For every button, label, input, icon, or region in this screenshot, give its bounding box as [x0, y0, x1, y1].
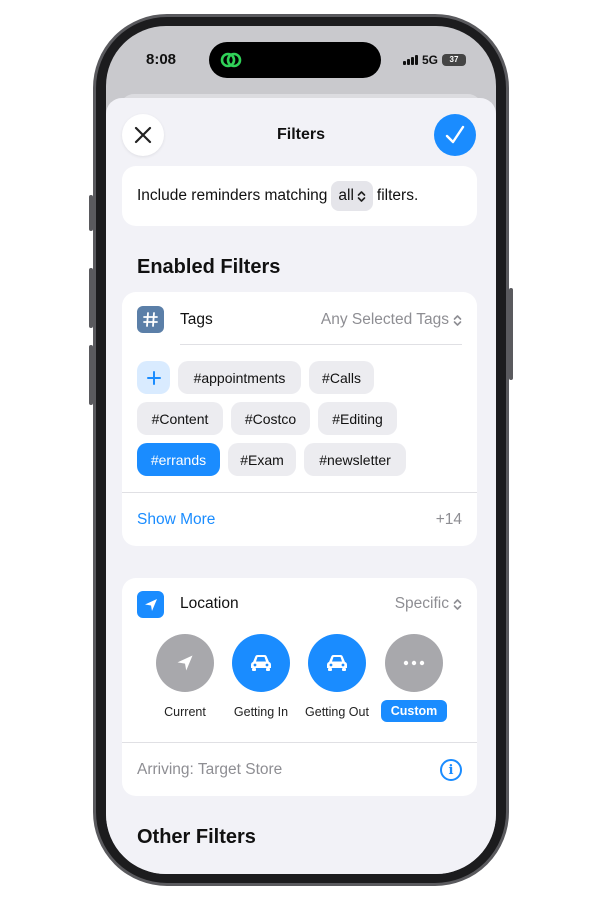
match-mode-value: all — [338, 187, 354, 204]
checkmark-icon — [445, 125, 465, 144]
tag-chip[interactable]: #Calls — [309, 361, 374, 394]
filters-sheet: Filters Include reminders matching all f… — [106, 98, 496, 874]
status-time: 8:08 — [146, 51, 177, 68]
match-prefix: Include reminders matching — [137, 187, 328, 204]
tag-chip[interactable]: #appointments — [178, 361, 301, 394]
tags-divider — [180, 344, 462, 345]
add-tag-button[interactable] — [137, 361, 170, 394]
tag-chip[interactable]: #Costco — [231, 402, 310, 435]
hashtag-icon — [137, 306, 164, 333]
tags-mode-value: Any Selected Tags — [320, 311, 449, 328]
car-icon — [327, 655, 347, 671]
match-mode-card: Include reminders matching all filters. — [122, 166, 477, 226]
volume-up-button — [89, 268, 93, 328]
arriving-location-text: Arriving: Target Store — [137, 761, 283, 778]
tag-chip[interactable]: #newsletter — [304, 443, 406, 476]
chevron-updown-icon — [453, 314, 462, 326]
signal-icon — [402, 55, 418, 65]
location-custom-label: Custom — [381, 700, 447, 722]
more-icon — [403, 660, 425, 666]
info-icon[interactable]: i — [440, 759, 462, 781]
location-arrow-icon — [137, 591, 164, 618]
match-mode-select[interactable]: all — [331, 181, 373, 211]
tags-footer-divider — [122, 492, 477, 493]
location-label: Location — [180, 595, 239, 612]
tag-chip[interactable]: #Content — [137, 402, 223, 435]
location-mode-select[interactable]: Specific — [395, 595, 462, 613]
location-getting-in-button[interactable] — [232, 634, 290, 692]
chevron-updown-icon — [453, 598, 462, 610]
other-filters-heading: Other Filters — [137, 826, 256, 848]
location-getting-out-button[interactable] — [308, 634, 366, 692]
tag-chip[interactable]: #Editing — [318, 402, 397, 435]
status-indicators: 5G 37 — [402, 53, 466, 67]
tag-chip-selected[interactable]: #errands — [137, 443, 220, 476]
location-filter-card: Location Specific Current Getting In Get… — [122, 578, 477, 796]
battery-icon: 37 — [442, 54, 466, 66]
location-current-button[interactable] — [156, 634, 214, 692]
chevron-updown-icon — [357, 190, 366, 202]
tag-chip[interactable]: #Exam — [228, 443, 296, 476]
battery-level: 37 — [449, 55, 459, 64]
location-getting-out-label: Getting Out — [305, 705, 369, 719]
show-more-link[interactable]: Show More — [137, 511, 215, 529]
location-arrow-icon — [177, 655, 193, 671]
car-icon — [251, 655, 271, 671]
link-rings-icon — [220, 52, 242, 68]
done-button[interactable] — [434, 114, 476, 156]
volume-down-button — [89, 345, 93, 405]
enabled-filters-heading: Enabled Filters — [137, 256, 281, 278]
phone-screen: 8:08 5G 37 Filters Include reminders mat… — [106, 26, 496, 874]
match-suffix: filters. — [376, 187, 419, 204]
dynamic-island — [209, 42, 381, 78]
more-tags-count: +14 — [435, 511, 462, 528]
power-button — [509, 288, 513, 380]
tags-filter-card: Tags Any Selected Tags #appointments #Ca… — [122, 292, 477, 546]
location-custom-button[interactable] — [385, 634, 443, 692]
location-mode-value: Specific — [394, 595, 449, 612]
action-button — [89, 195, 93, 231]
tags-mode-select[interactable]: Any Selected Tags — [321, 311, 462, 329]
network-label: 5G — [421, 53, 438, 67]
tags-label: Tags — [180, 311, 213, 328]
plus-icon — [146, 370, 161, 385]
location-divider — [122, 742, 477, 743]
